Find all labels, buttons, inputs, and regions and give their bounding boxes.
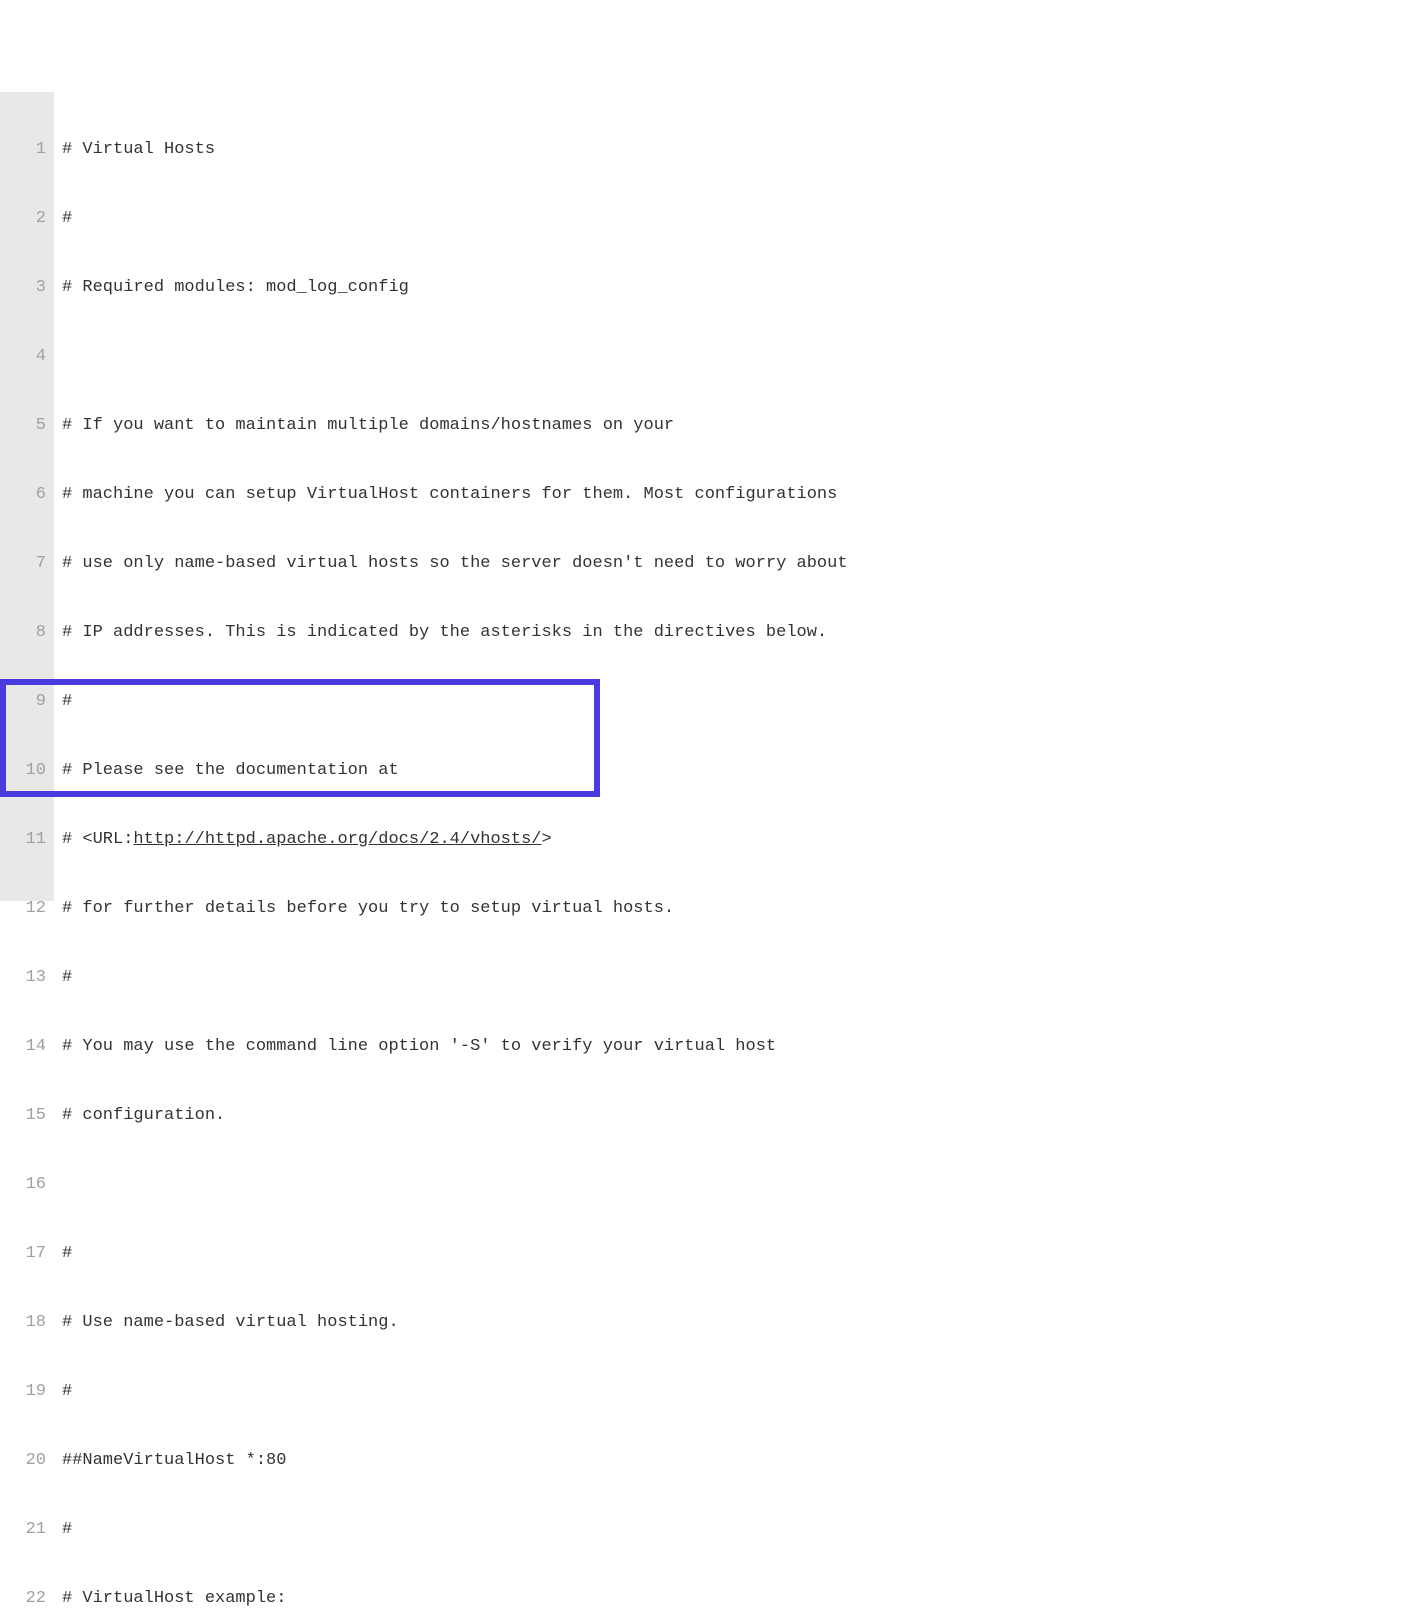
code-area[interactable]: # Virtual Hosts # # Required modules: mo… [54,92,1408,901]
code-line[interactable]: # [62,690,1408,713]
code-editor[interactable]: 1 2 3 4 5 6 7 8 9 10 11 12 13 14 15 16 1… [0,92,1408,901]
code-line[interactable]: # [62,966,1408,989]
line-number: 9 [4,690,46,713]
code-line[interactable] [62,345,1408,368]
line-number: 20 [4,1449,46,1472]
code-line[interactable]: # Virtual Hosts [62,138,1408,161]
line-number: 1 [4,138,46,161]
url-link[interactable]: http://httpd.apache.org/docs/2.4/vhosts/ [133,830,541,849]
code-line[interactable]: # VirtualHost example: [62,1587,1408,1610]
line-number: 21 [4,1518,46,1541]
code-line[interactable]: # machine you can setup VirtualHost cont… [62,483,1408,506]
code-line[interactable]: # <URL:http://httpd.apache.org/docs/2.4/… [62,828,1408,851]
code-line[interactable]: # [62,207,1408,230]
line-number: 3 [4,276,46,299]
line-number-gutter: 1 2 3 4 5 6 7 8 9 10 11 12 13 14 15 16 1… [0,92,54,901]
line-number: 11 [4,828,46,851]
code-line[interactable] [62,1173,1408,1196]
line-number: 17 [4,1242,46,1265]
code-line[interactable]: # [62,1518,1408,1541]
code-line[interactable]: # configuration. [62,1104,1408,1127]
line-number: 5 [4,414,46,437]
line-number: 7 [4,552,46,575]
line-number: 16 [4,1173,46,1196]
line-number: 4 [4,345,46,368]
line-number: 18 [4,1311,46,1334]
code-line[interactable]: # Required modules: mod_log_config [62,276,1408,299]
line-number: 13 [4,966,46,989]
code-line[interactable]: # IP addresses. This is indicated by the… [62,621,1408,644]
code-line[interactable]: # You may use the command line option '-… [62,1035,1408,1058]
line-number: 19 [4,1380,46,1403]
text: # <URL: [62,830,133,849]
line-number: 12 [4,897,46,920]
code-line[interactable]: # for further details before you try to … [62,897,1408,920]
code-line[interactable]: # If you want to maintain multiple domai… [62,414,1408,437]
line-number: 22 [4,1587,46,1610]
code-line[interactable]: # Please see the documentation at [62,759,1408,782]
code-line[interactable]: # Use name-based virtual hosting. [62,1311,1408,1334]
text: > [542,830,552,849]
line-number: 2 [4,207,46,230]
code-line[interactable]: # [62,1242,1408,1265]
line-number: 6 [4,483,46,506]
line-number: 14 [4,1035,46,1058]
line-number: 10 [4,759,46,782]
line-number: 15 [4,1104,46,1127]
line-number: 8 [4,621,46,644]
code-line[interactable]: # [62,1380,1408,1403]
code-line[interactable]: # use only name-based virtual hosts so t… [62,552,1408,575]
code-line[interactable]: ##NameVirtualHost *:80 [62,1449,1408,1472]
